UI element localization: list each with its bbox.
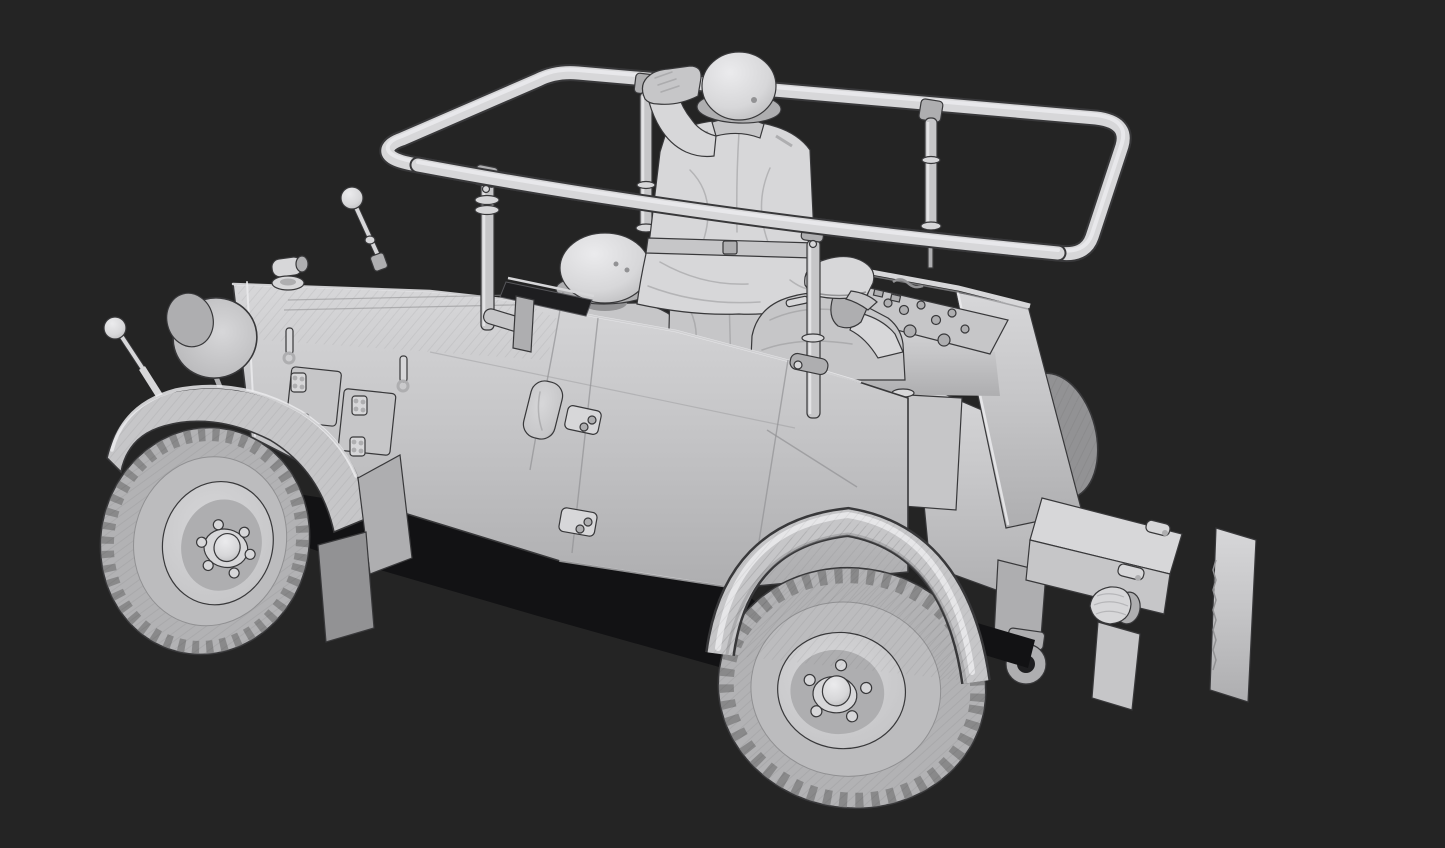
mud-flap (318, 532, 374, 642)
clamp-bolt (810, 241, 817, 248)
antenna-ball-tip (341, 187, 363, 209)
render-viewport (0, 0, 1445, 848)
radio-switch (873, 289, 883, 297)
bracket-bolt (794, 361, 802, 369)
radio-knob (884, 299, 892, 307)
butterfly-latch (291, 373, 306, 392)
post-collar (475, 206, 499, 215)
clamp-bolt (483, 186, 490, 193)
end-plate (1210, 528, 1256, 702)
belt-buckle (723, 241, 737, 254)
radio-dial (904, 325, 916, 337)
lower-bumper-plate (1092, 622, 1140, 710)
post-collar (802, 334, 824, 342)
model-render (0, 0, 1445, 848)
antenna-collar (365, 236, 375, 244)
butterfly-latch (350, 437, 365, 456)
antenna-ball-tip (104, 317, 126, 339)
butterfly-latch (352, 396, 367, 415)
tail-light (1090, 587, 1131, 624)
filler-cap (272, 276, 304, 290)
officer-helmet (702, 52, 776, 120)
rear-bumper-assembly (994, 498, 1256, 710)
post-collar (475, 196, 499, 205)
radio-knob (948, 309, 956, 317)
helmet-vent (614, 262, 619, 267)
post-bracket-plate (513, 296, 534, 352)
radio-dial (938, 334, 950, 346)
post-flange (921, 222, 941, 230)
radio-knob (961, 325, 969, 333)
helmet-vent (625, 268, 630, 273)
radio-knob (900, 306, 909, 315)
radio-knob (932, 316, 941, 325)
post-collar (922, 157, 940, 164)
post-collar (637, 182, 655, 189)
radio-knob (917, 301, 925, 309)
helmet-vent (751, 97, 757, 103)
